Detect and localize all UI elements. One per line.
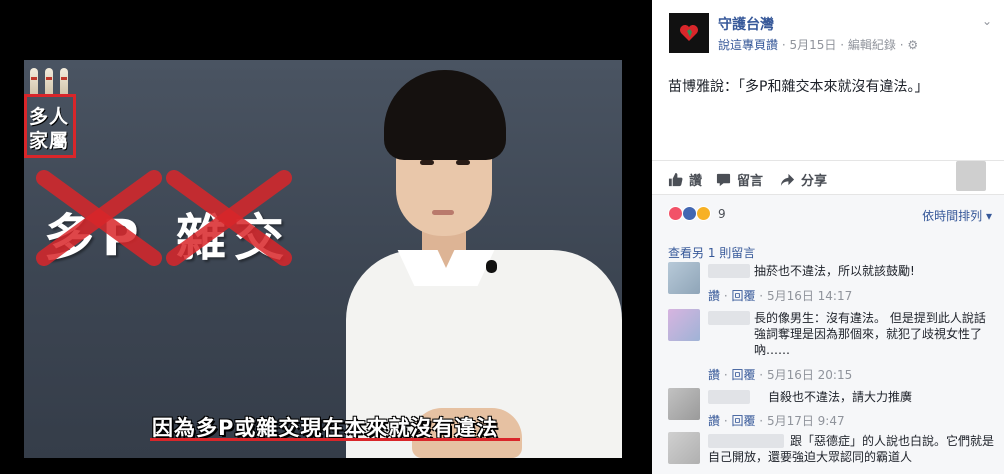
comment-reply-link[interactable]: 回覆 xyxy=(731,368,755,382)
commenter-name[interactable] xyxy=(708,264,750,278)
commenter-avatar[interactable] xyxy=(668,388,700,420)
comment-label: 留言 xyxy=(737,174,764,189)
like-button[interactable]: 讚 xyxy=(668,170,702,189)
comment-button[interactable]: 留言 xyxy=(716,170,763,189)
comment-time[interactable]: 5月16日 14:17 xyxy=(767,289,852,303)
share-label: 分享 xyxy=(801,174,828,189)
comment-icon xyxy=(716,173,731,187)
reaction-count[interactable]: 9 xyxy=(718,207,726,221)
post-header: 守護台灣 說這專頁讚 · 5月15日 · 編輯紀錄 · ⚙ ⌄ xyxy=(652,0,1004,64)
page-name-link[interactable]: 守護台灣 xyxy=(718,14,774,34)
comment-like-link[interactable]: 讚 xyxy=(708,289,720,303)
x-mark-icon xyxy=(166,170,292,266)
comment-text: 抽菸也不違法，所以就該鼓勵! xyxy=(754,264,915,278)
post-actions: 讚 留言 分享 xyxy=(652,160,1004,194)
commenter-avatar[interactable] xyxy=(668,432,700,464)
comment-reply-link[interactable]: 回覆 xyxy=(731,414,755,428)
sort-dropdown[interactable]: 依時間排列 ▾ xyxy=(922,207,992,224)
commenter-avatar[interactable] xyxy=(668,309,700,341)
globe-icon: ⚙ xyxy=(907,38,919,52)
logo-line-1: 多人 xyxy=(28,106,69,128)
meta-separator: · xyxy=(840,38,845,52)
share-button[interactable]: 分享 xyxy=(780,170,827,189)
x-mark-icon xyxy=(36,170,162,266)
comment-actions: 讚 · 回覆 · 5月16日 14:17 xyxy=(708,289,853,303)
tv-logo: 多人 家屬 xyxy=(24,62,80,158)
comment-text: 長的像男生：沒有違法。 但是提到此人說話 強詞奪理是因為那個來，就犯了歧視女性了… xyxy=(754,311,986,357)
comment-like-link[interactable]: 讚 xyxy=(708,414,720,428)
speaker-figure xyxy=(316,60,622,458)
commenter-name[interactable] xyxy=(708,311,750,325)
post-date[interactable]: 5月15日 xyxy=(790,38,837,52)
caption-underline xyxy=(150,438,520,441)
chevron-down-icon[interactable]: ⌄ xyxy=(982,14,992,28)
comment-text: 跟「惡德症」的人說也白說。它們就是自己開放，還要強迫大眾認同的霸道人 xyxy=(708,434,995,464)
comment-time[interactable]: 5月17日 9:47 xyxy=(767,414,845,428)
comments-section: 查看另 1 則留言 抽菸也不違法，所以就該鼓勵! 讚 · 回覆 · 5月16日 … xyxy=(652,232,1004,474)
share-icon xyxy=(780,173,795,187)
comment-actions: 讚 · 回覆 · 5月16日 20:15 xyxy=(708,368,853,382)
commenter-name[interactable] xyxy=(708,390,750,404)
post-text: 苗博雅說：「多P和雜交本來就沒有違法。」 xyxy=(668,79,929,95)
post-photo[interactable]: 多人 家屬 多P 雜交 因為多P或雜交現在本來就沒有違法 xyxy=(24,60,622,458)
view-more-comments-link[interactable]: 查看另 1 則留言 xyxy=(668,244,755,261)
comment-time[interactable]: 5月16日 20:15 xyxy=(767,368,852,382)
reactions-bar: 9 依時間排列 ▾ xyxy=(652,194,1004,232)
like-label: 讚 xyxy=(689,174,703,189)
heart-icon xyxy=(680,25,698,41)
comment-text: 自殺也不違法，請大力推廣 xyxy=(768,390,913,404)
post-panel: 守護台灣 說這專頁讚 · 5月15日 · 編輯紀錄 · ⚙ ⌄ 苗博雅說：「多P… xyxy=(652,0,1004,474)
wow-reaction-icon[interactable] xyxy=(696,206,711,221)
page-avatar[interactable] xyxy=(669,13,709,53)
microphone-icon xyxy=(486,260,497,273)
comment-reply-link[interactable]: 回覆 xyxy=(731,289,755,303)
meta-separator: · xyxy=(899,38,904,52)
commenter-avatar[interactable] xyxy=(668,262,700,294)
post-meta: 說這專頁讚 · 5月15日 · 編輯紀錄 · ⚙ xyxy=(718,36,918,53)
logo-line-2: 家屬 xyxy=(28,130,69,152)
photo-stage: 多人 家屬 多P 雜交 因為多P或雜交現在本來就沒有違法 xyxy=(0,0,652,474)
thumbs-up-icon xyxy=(668,172,683,187)
photo-viewer: 多人 家屬 多P 雜交 因為多P或雜交現在本來就沒有違法 守護台灣 說這專頁讚 … xyxy=(0,0,1004,474)
angry-reaction-icon[interactable] xyxy=(668,206,683,221)
page-like-link[interactable]: 說這專頁讚 xyxy=(718,38,778,52)
comment-like-link[interactable]: 讚 xyxy=(708,368,720,382)
viewer-avatar[interactable] xyxy=(956,161,986,191)
comment-actions: 讚 · 回覆 · 5月17日 9:47 xyxy=(708,414,845,428)
edit-history-link[interactable]: 編輯紀錄 xyxy=(848,38,896,52)
like-reaction-icon[interactable] xyxy=(682,206,697,221)
meta-separator: · xyxy=(781,38,786,52)
